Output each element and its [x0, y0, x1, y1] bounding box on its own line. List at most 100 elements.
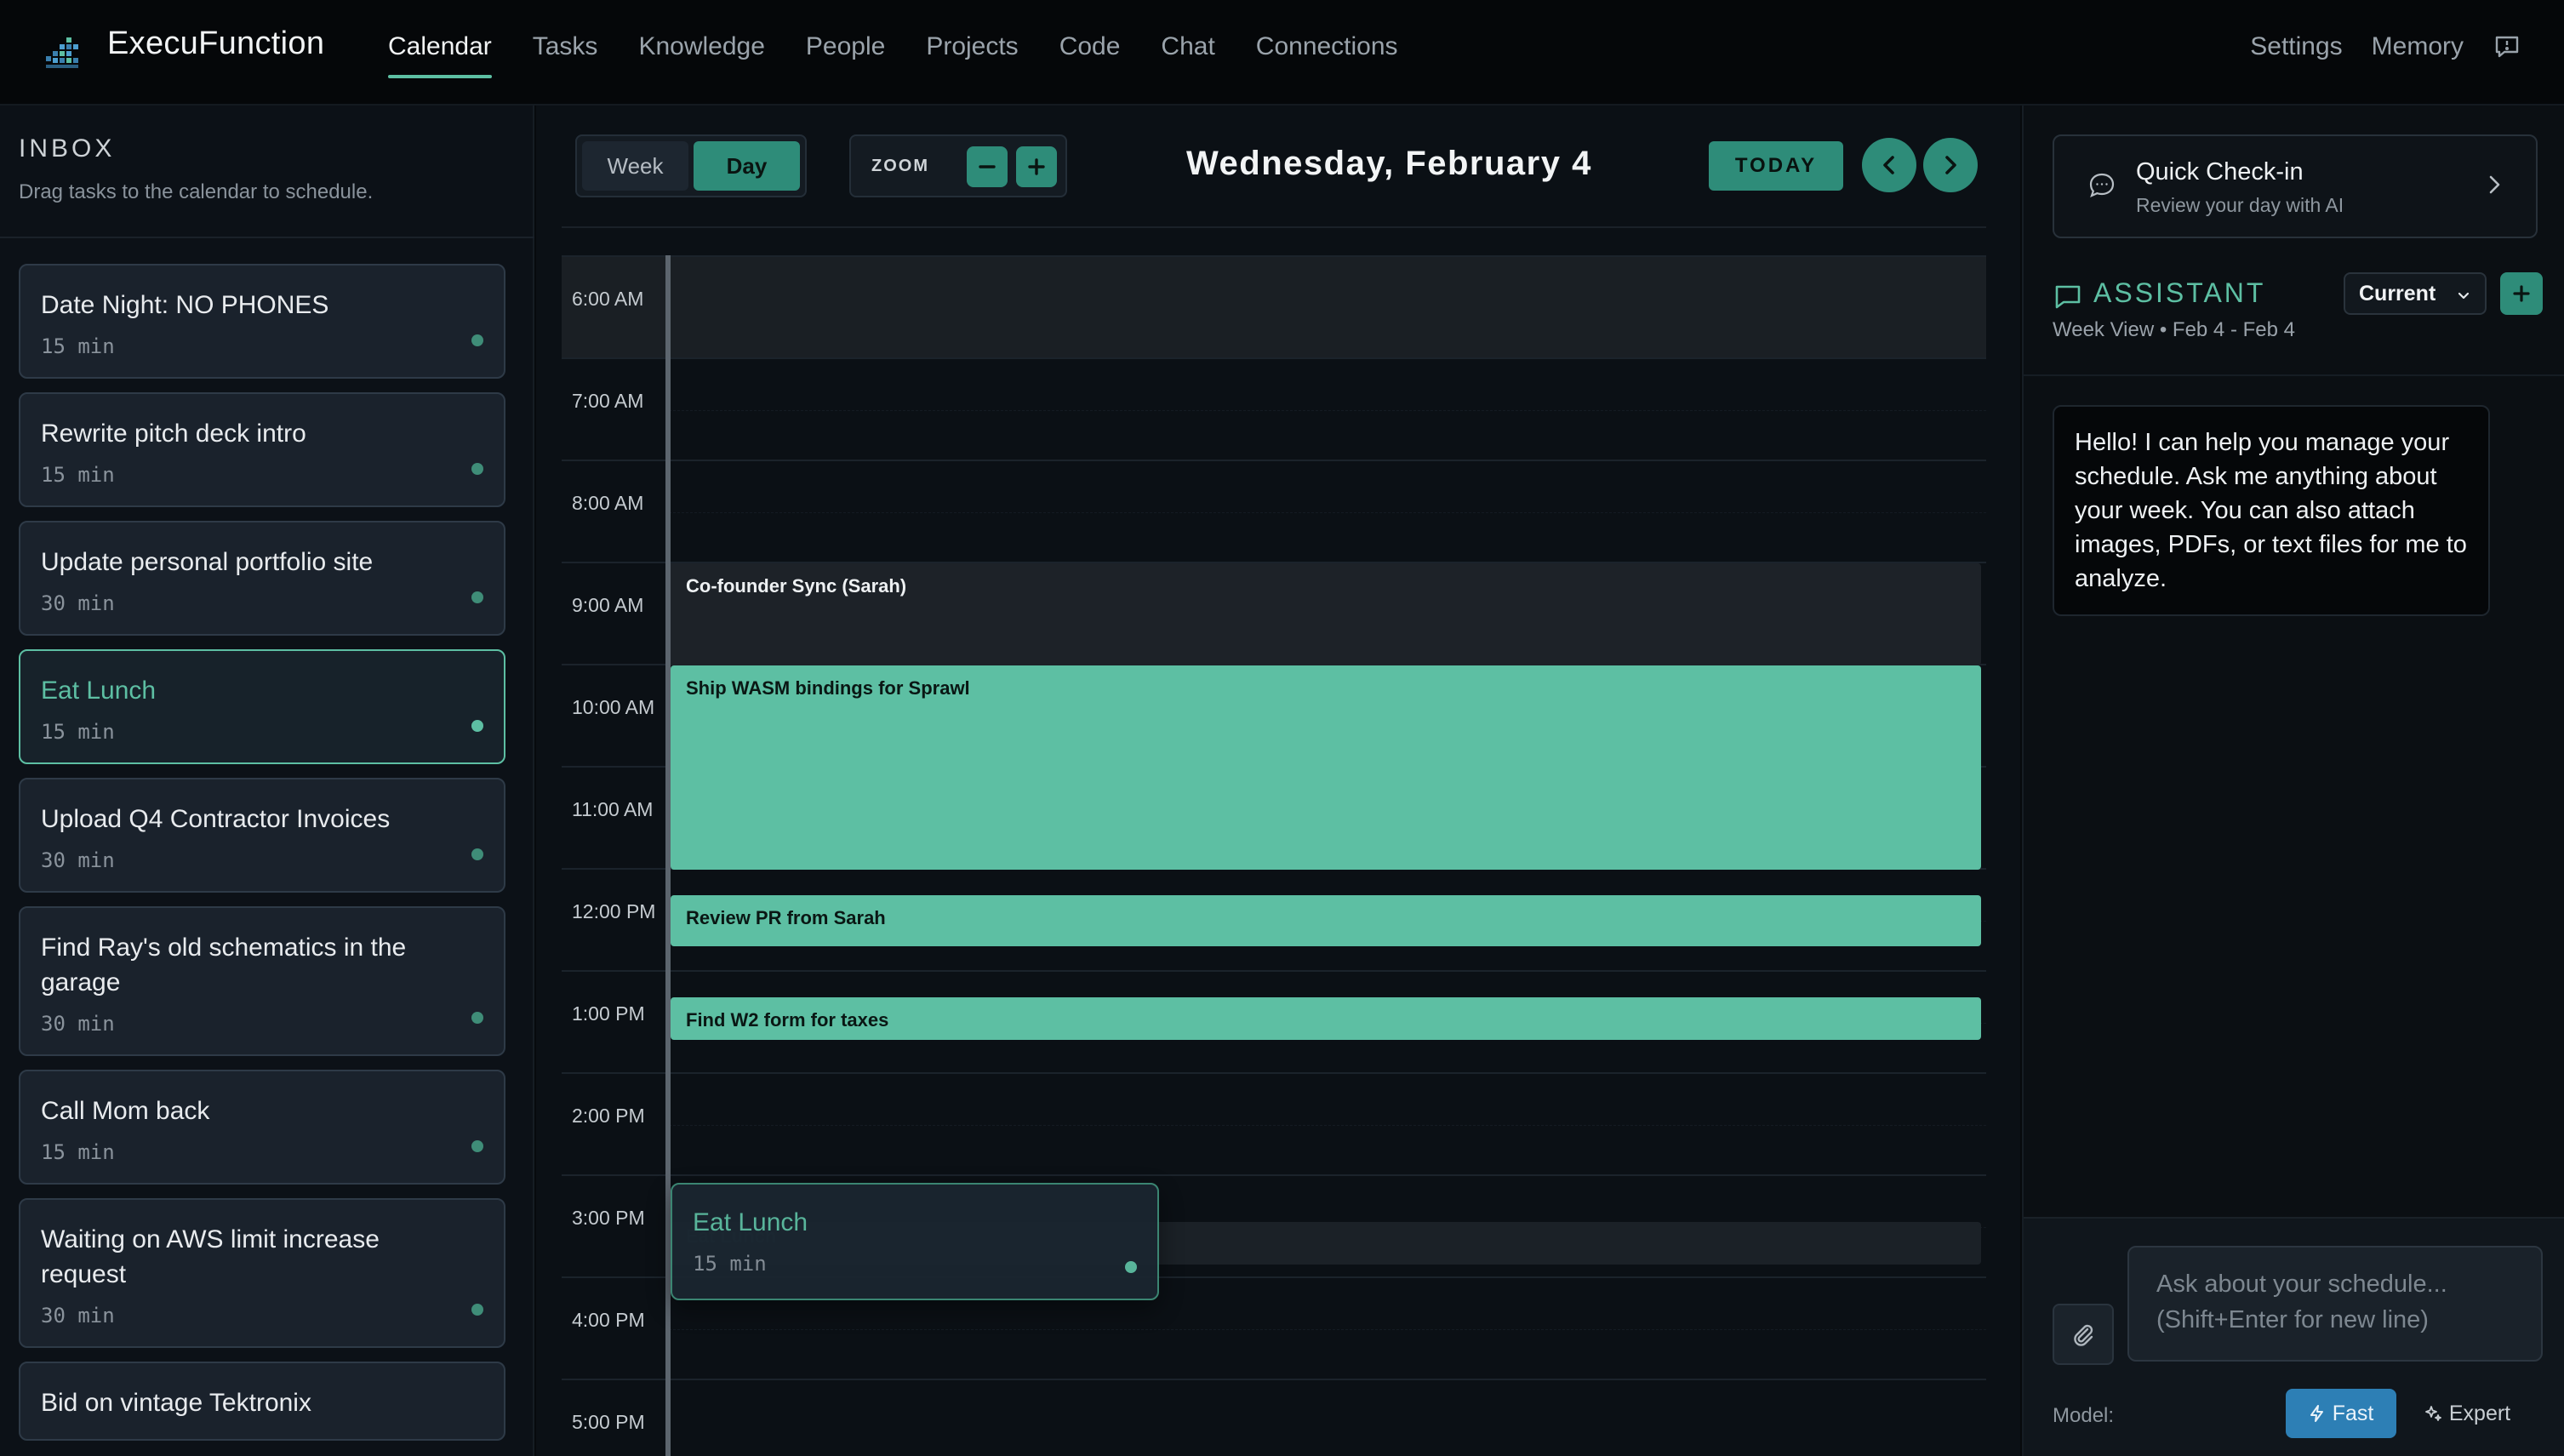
- hour-label: 4:00 PM: [572, 1309, 645, 1331]
- hour-row-5pm[interactable]: 5:00 PM: [562, 1379, 1986, 1456]
- task-status-dot: [1125, 1261, 1137, 1273]
- calendar-event[interactable]: Ship WASM bindings for Sprawl: [671, 665, 1981, 870]
- task-title: Find Ray's old schematics in the garage: [41, 934, 407, 996]
- task-card[interactable]: Find Ray's old schematics in the garage …: [19, 906, 505, 1056]
- fast-model-button[interactable]: Fast: [2286, 1389, 2396, 1438]
- chat-input[interactable]: [2127, 1246, 2543, 1362]
- nav-people[interactable]: People: [806, 32, 885, 61]
- nav-tasks[interactable]: Tasks: [533, 32, 598, 61]
- calendar-event[interactable]: Co-founder Sync (Sarah): [665, 563, 1981, 665]
- inbox-header: INBOX Drag tasks to the calendar to sche…: [0, 106, 534, 238]
- task-card[interactable]: Waiting on AWS limit increase request 30…: [19, 1198, 505, 1348]
- dragged-task-preview[interactable]: Eat Lunch 15 min: [671, 1183, 1159, 1300]
- chevron-left-icon: [1883, 156, 1894, 174]
- model-label: Model:: [2053, 1404, 2115, 1427]
- calendar-event[interactable]: Review PR from Sarah: [671, 895, 1981, 946]
- task-title: Rewrite pitch deck intro: [41, 420, 306, 448]
- top-bar: ExecuFunction Calendar Tasks Knowledge P…: [0, 0, 2564, 106]
- day-grid[interactable]: 6:00 AM 7:00 AM 8:00 AM 9:00 AM 10:00 AM…: [562, 255, 1986, 1456]
- task-card[interactable]: Call Mom back 15 min: [19, 1070, 505, 1185]
- zoom-in-button[interactable]: [1016, 146, 1057, 187]
- task-card[interactable]: Bid on vintage Tektronix: [19, 1362, 505, 1441]
- zoom-out-button[interactable]: [967, 146, 1008, 187]
- inbox-subtitle: Drag tasks to the calendar to schedule.: [19, 180, 374, 203]
- paperclip-icon: [2074, 1324, 2093, 1346]
- plus-icon: [2513, 285, 2530, 302]
- task-duration: 15 min: [41, 463, 115, 487]
- task-title: Eat Lunch: [693, 1208, 808, 1236]
- task-card[interactable]: Update personal portfolio site 30 min: [19, 521, 505, 636]
- speech-bubble-icon: [2089, 173, 2115, 198]
- hour-label: 5:00 PM: [572, 1411, 645, 1433]
- chevron-right-icon: [2489, 175, 2500, 194]
- assistant-message: Hello! I can help you manage your schedu…: [2053, 405, 2490, 616]
- next-day-button[interactable]: [1923, 138, 1978, 192]
- task-status-dot: [471, 334, 483, 346]
- previous-day-button[interactable]: [1862, 138, 1916, 192]
- today-button[interactable]: TODAY: [1709, 141, 1843, 191]
- hour-row-8am[interactable]: 8:00 AM: [562, 460, 1986, 562]
- task-card-selected[interactable]: Eat Lunch 15 min: [19, 649, 505, 764]
- calendar-panel: Week Day ZOOM Wednesday, February 4 TODA…: [536, 106, 2020, 1456]
- half-hour-line: [669, 512, 1986, 513]
- chat-composer: Model: Fast Expert: [2024, 1217, 2564, 1456]
- inbox-task-list: Date Night: NO PHONES 15 min Rewrite pit…: [19, 264, 505, 1454]
- chevron-right-icon: [1945, 156, 1956, 174]
- nav-projects[interactable]: Projects: [926, 32, 1018, 61]
- plus-icon: [1028, 158, 1045, 175]
- task-duration: 15 min: [693, 1252, 767, 1276]
- task-title: Date Night: NO PHONES: [41, 291, 329, 319]
- week-view-button[interactable]: Week: [582, 141, 688, 191]
- task-title: Eat Lunch: [41, 677, 157, 705]
- memory-link[interactable]: Memory: [2372, 32, 2464, 61]
- assistant-header: ASSISTANT Week View • Feb 4 - Feb 4 Curr…: [2024, 264, 2564, 376]
- task-duration: 30 min: [41, 1304, 115, 1328]
- context-select[interactable]: Current: [2344, 272, 2487, 315]
- zoom-control: ZOOM: [849, 134, 1067, 197]
- task-title: Upload Q4 Contractor Invoices: [41, 805, 391, 833]
- half-hour-line: [669, 410, 1986, 411]
- inbox-panel: INBOX Drag tasks to the calendar to sche…: [0, 106, 534, 1456]
- task-duration: 15 min: [41, 1140, 115, 1164]
- hour-row-2pm[interactable]: 2:00 PM: [562, 1072, 1986, 1174]
- task-duration: 15 min: [41, 334, 115, 358]
- nav-code[interactable]: Code: [1059, 32, 1121, 61]
- inbox-title: INBOX: [19, 134, 116, 163]
- quick-checkin-card[interactable]: Quick Check-in Review your day with AI: [2053, 134, 2538, 238]
- lightning-icon: [2310, 1405, 2323, 1422]
- hour-label: 6:00 AM: [572, 288, 644, 310]
- nav-connections[interactable]: Connections: [1256, 32, 1398, 61]
- day-view-button[interactable]: Day: [694, 141, 800, 191]
- hour-label: 7:00 AM: [572, 390, 644, 412]
- new-conversation-button[interactable]: [2500, 272, 2543, 315]
- half-hour-line: [669, 1125, 1986, 1126]
- hour-label: 1:00 PM: [572, 1002, 645, 1025]
- settings-link[interactable]: Settings: [2250, 32, 2342, 61]
- task-duration: 30 min: [41, 848, 115, 872]
- task-card[interactable]: Rewrite pitch deck intro 15 min: [19, 392, 505, 507]
- nav-knowledge[interactable]: Knowledge: [638, 32, 764, 61]
- hour-row-7am[interactable]: 7:00 AM: [562, 357, 1986, 460]
- nav-calendar[interactable]: Calendar: [388, 32, 492, 78]
- calendar-event[interactable]: Find W2 form for taxes: [671, 997, 1981, 1040]
- task-card[interactable]: Upload Q4 Contractor Invoices 30 min: [19, 778, 505, 893]
- top-right-actions: Settings Memory: [2250, 32, 2521, 61]
- task-duration: 15 min: [41, 720, 115, 744]
- checkin-title: Quick Check-in: [2136, 158, 2304, 186]
- message-square-icon: [2055, 285, 2081, 309]
- task-status-dot: [471, 591, 483, 603]
- expert-model-label: Expert: [2448, 1401, 2511, 1425]
- calendar-toolbar: Week Day ZOOM Wednesday, February 4 TODA…: [536, 106, 2020, 226]
- hour-label: 3:00 PM: [572, 1207, 645, 1229]
- app-logo-icon[interactable]: [43, 32, 82, 71]
- nav-chat[interactable]: Chat: [1161, 32, 1214, 61]
- task-card[interactable]: Date Night: NO PHONES 15 min: [19, 264, 505, 379]
- view-toggle: Week Day: [575, 134, 807, 197]
- task-status-dot: [471, 463, 483, 475]
- task-title: Call Mom back: [41, 1097, 210, 1125]
- expert-model-button[interactable]: Expert: [2412, 1389, 2522, 1438]
- feedback-chat-icon[interactable]: [2493, 32, 2521, 61]
- attach-file-button[interactable]: [2053, 1304, 2114, 1365]
- toolbar-divider: [562, 226, 1986, 228]
- hour-row-6am[interactable]: 6:00 AM: [562, 255, 1986, 357]
